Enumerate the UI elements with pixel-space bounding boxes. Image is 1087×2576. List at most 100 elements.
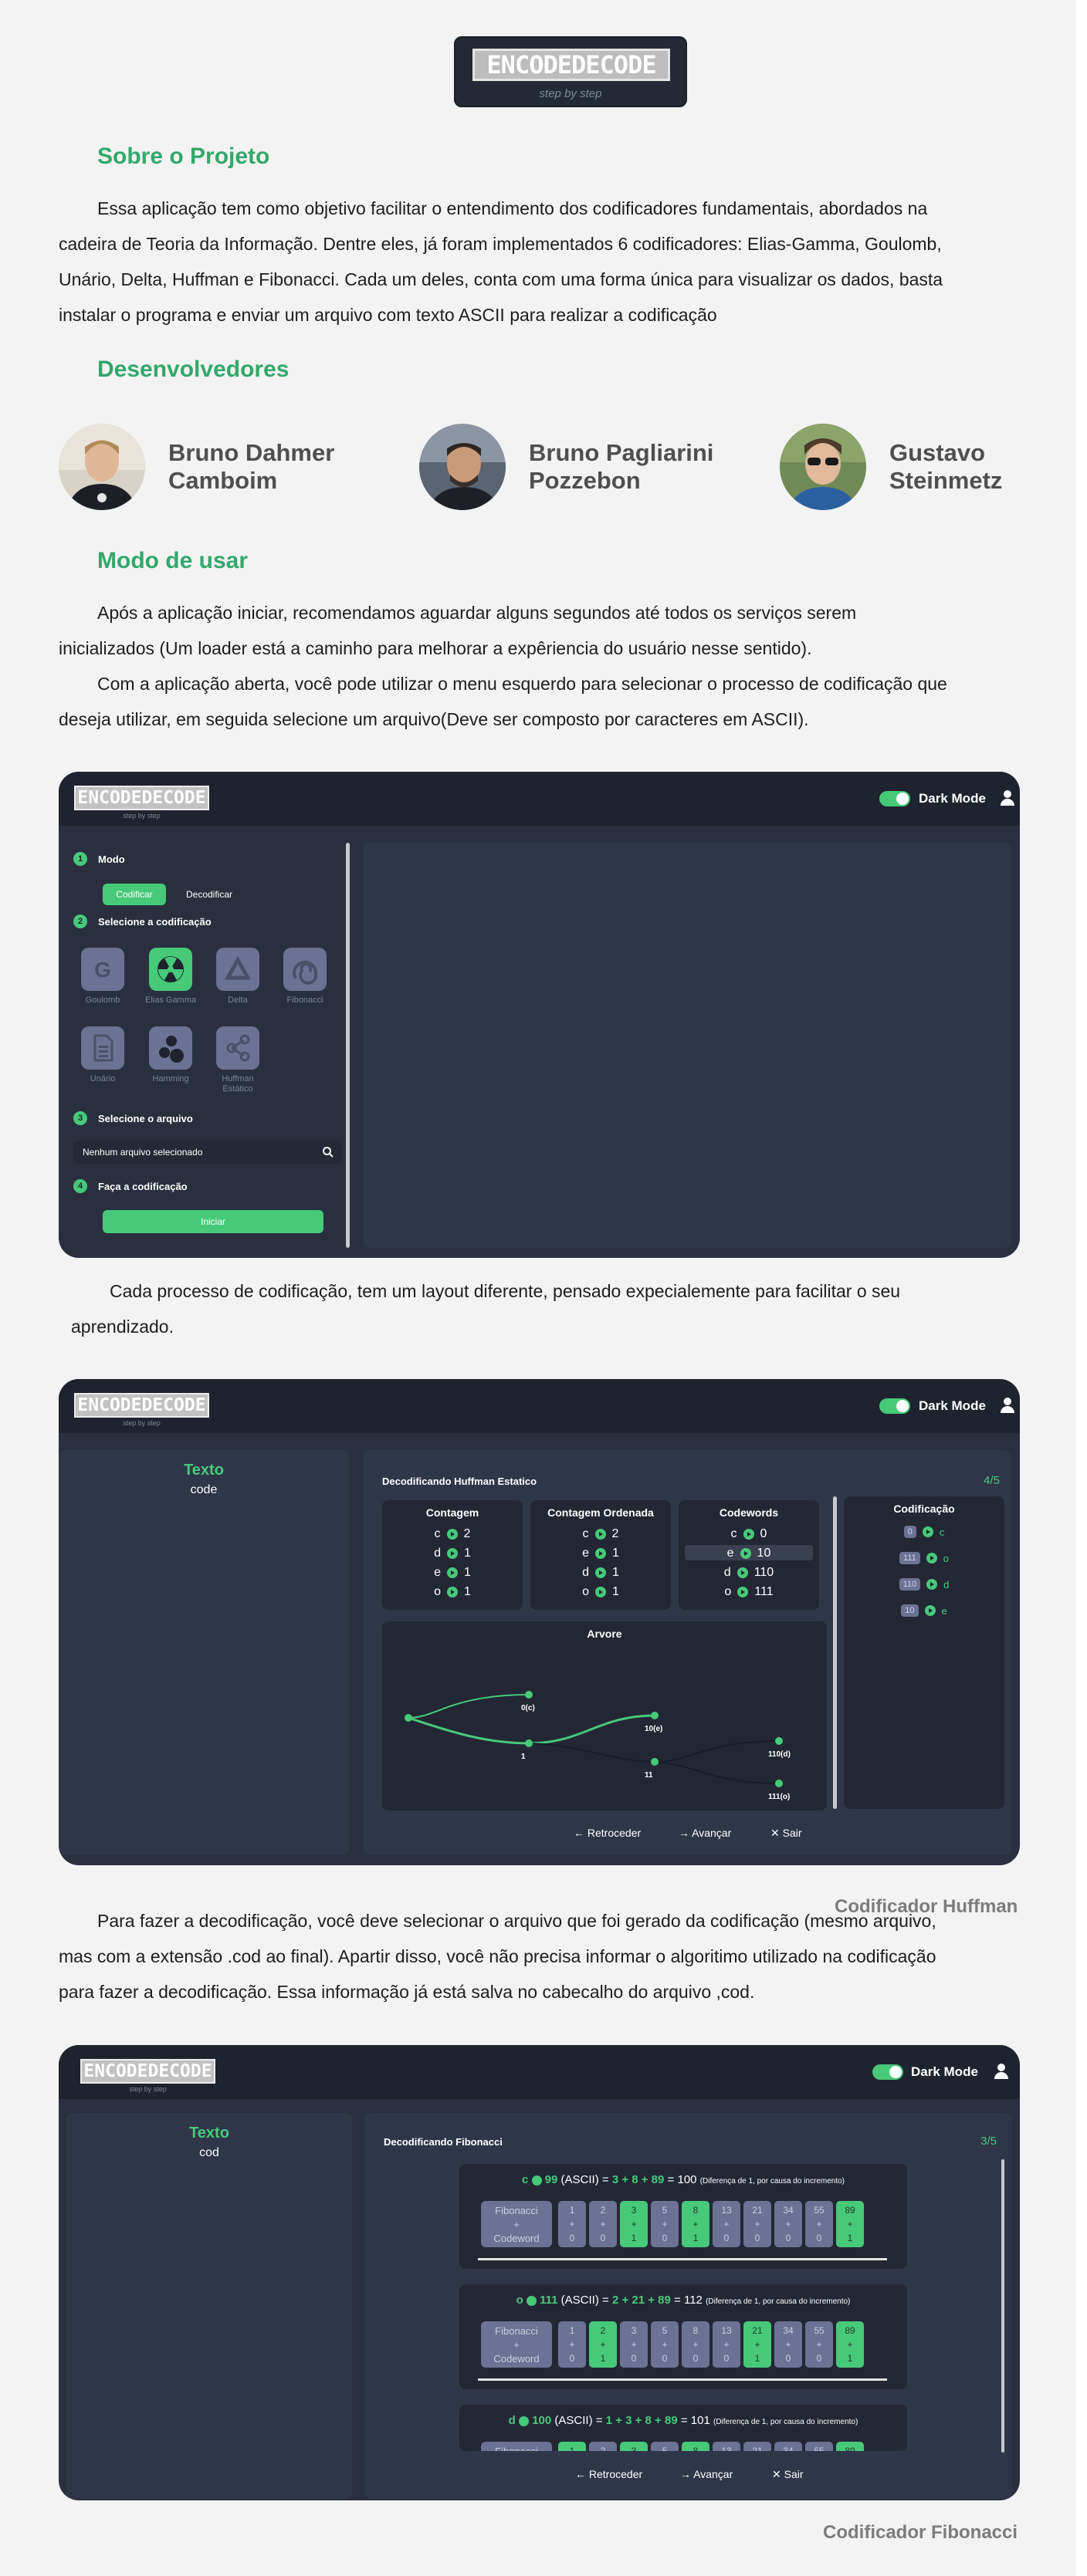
panel-divider[interactable]	[346, 843, 350, 1248]
next-button[interactable]: → Avançar	[679, 1827, 731, 1839]
scrollbar[interactable]	[1001, 2159, 1004, 2453]
step-4-label: Faça a codificação	[98, 1180, 188, 1192]
page: ENCODEDECODE step by step Sobre o Projet…	[0, 0, 1087, 2576]
dark-mode-toggle[interactable]	[879, 791, 910, 806]
encode-button[interactable]: Codificar	[103, 884, 166, 905]
app-logo-subtitle: step by step	[123, 812, 161, 820]
usage-title: Modo de usar	[97, 548, 249, 573]
fibonacci-label: Fibonacci	[286, 996, 323, 1005]
scrollbar-gutter	[1076, 0, 1087, 2576]
exit-button[interactable]: ✕ Sair	[772, 2468, 804, 2481]
table-row: c2	[582, 1527, 619, 1540]
fibonacci-cell: 3+1	[620, 2442, 648, 2451]
logo-subtitle: step by step	[539, 87, 602, 100]
table-row: o 111	[724, 1585, 774, 1598]
codificacao-table: Codificação 0c 111 o 110 d 10 e	[844, 1496, 1004, 1809]
fibonacci-cell: 21+0	[743, 2201, 771, 2247]
step-1-label: Modo	[98, 853, 125, 865]
arrow-left-icon: ←	[574, 1827, 584, 1839]
fibonacci-cell: 13+0	[713, 2442, 740, 2451]
developer-card: Gustavo Steinmetz	[780, 424, 1002, 510]
about-line-3: Unário, Delta, Huffman e Fibonacci. Cada…	[59, 269, 943, 289]
decode-button[interactable]: Decodificar	[174, 884, 244, 905]
app-topbar: ENCODEDECODE step by step Dark Mode	[59, 2045, 1020, 2099]
usage-line-4: deseja utilizar, em seguida selecione um…	[59, 709, 809, 729]
codewords-title: Codewords	[719, 1506, 779, 1519]
fibonacci-codeword-label: Fibonacci+Codeword	[481, 2201, 552, 2247]
fibonacci-tile[interactable]	[283, 948, 327, 991]
usage-line-3: Com a aplicação aberta, você pode utiliz…	[97, 674, 947, 694]
fibonacci-cell: 5+0	[651, 2321, 679, 2368]
about-title: Sobre o Projeto	[97, 144, 270, 169]
developer-name: Gustavo	[889, 439, 986, 466]
fibonacci-cell: 8+1	[682, 2201, 709, 2247]
text-panel: Texto cod	[66, 2113, 352, 2499]
dark-mode-toggle[interactable]	[879, 1398, 910, 1414]
fibonacci-equation: c 99 (ASCII) = 3 + 8 + 89 = 100 (Diferen…	[521, 2173, 845, 2186]
step-2-label: Selecione a codificação	[98, 915, 212, 928]
header-logo: ENCODEDECODE step by step	[454, 36, 687, 107]
developer-surname: Camboim	[168, 467, 278, 494]
user-icon[interactable]	[993, 2063, 1010, 2080]
app-screenshot-huffman: ENCODEDECODE step by step Dark Mode Text…	[59, 1379, 1020, 1865]
tree-node-label: 0(c)	[521, 1704, 535, 1712]
contagem-table: Contagem c2 d1 e1 o1	[382, 1500, 523, 1610]
huffman-tree: 0(c) 1 10(e) 11 110(d) 111(o)	[405, 1691, 791, 1801]
fibonacci-codeword-label: Fibonacci+Codeword	[481, 2321, 552, 2368]
arrow-right-icon: →	[680, 2468, 691, 2480]
app-logo: ENCODEDECODE	[74, 1393, 209, 1418]
elias-gamma-tile[interactable]	[149, 948, 192, 991]
text-panel-title: Texto	[189, 2125, 229, 2142]
fibonacci-cell: 8+1	[682, 2442, 709, 2451]
fibonacci-codeword-label: Fibonacci+Codeword	[481, 2442, 552, 2451]
panel-divider[interactable]	[833, 1496, 837, 1809]
caption-fibonacci: Codificador Fibonacci	[823, 2522, 1018, 2543]
decode-line-3: para fazer a decodificação. Essa informa…	[59, 1982, 755, 2002]
developer-surname: Steinmetz	[889, 467, 1003, 494]
fibonacci-cell: 34+0	[774, 2201, 802, 2247]
dark-mode-toggle[interactable]	[872, 2064, 903, 2080]
close-icon: ✕	[772, 2468, 781, 2480]
contagem-ordenada-title: Contagem Ordenada	[547, 1506, 654, 1519]
step-2: 2 Selecione a codificação	[73, 914, 212, 928]
unario-tile[interactable]	[81, 1026, 124, 1070]
developer-name: Bruno Dahmer	[168, 439, 335, 466]
huffman-tile[interactable]	[216, 1026, 259, 1070]
usage-line-1: Após a aplicação iniciar, recomendamos a…	[97, 603, 857, 623]
goulomb-tile[interactable]: G	[81, 948, 124, 991]
avatar	[59, 424, 145, 510]
table-row: o1	[434, 1585, 471, 1598]
next-button[interactable]: → Avançar	[680, 2468, 733, 2480]
developer-surname: Pozzebon	[529, 467, 641, 494]
app-topbar: ENCODEDECODE step by step Dark Mode	[59, 1379, 1020, 1433]
close-icon: ✕	[770, 1827, 780, 1839]
fibonacci-cell: 55+0	[805, 2201, 833, 2247]
layout-line-1: Cada processo de codificação, tem um lay…	[110, 1281, 901, 1301]
arrow-left-icon: ←	[575, 2468, 586, 2480]
exit-button[interactable]: ✕ Sair	[770, 1827, 802, 1840]
fibonacci-cell: 13+0	[713, 2321, 740, 2368]
table-row: 111 o	[844, 1552, 1004, 1564]
search-icon[interactable]	[322, 1146, 334, 1158]
tree-node-label: 10(e)	[645, 1725, 662, 1733]
fibonacci-cell: 1 +0	[558, 2321, 586, 2368]
text-panel-value: cod	[199, 2146, 219, 2159]
delta-tile[interactable]	[216, 948, 259, 991]
back-button[interactable]: ← Retroceder	[574, 1827, 641, 1839]
back-button[interactable]: ← Retroceder	[575, 2468, 642, 2480]
file-input[interactable]: Nenhum arquivo selecionado	[73, 1141, 342, 1164]
block-divider	[478, 2378, 887, 2381]
table-row: c0	[730, 1527, 767, 1540]
fibonacci-cell: 55+0	[805, 2321, 833, 2368]
app-logo: ENCODEDECODE	[80, 2059, 215, 2084]
codificacao-title: Codificação	[893, 1503, 955, 1515]
fibonacci-cell: 89+1	[836, 2442, 864, 2451]
user-icon[interactable]	[999, 1397, 1016, 1414]
user-icon[interactable]	[999, 789, 1016, 806]
start-button[interactable]: Iniciar	[103, 1210, 323, 1233]
process-progress: 3/5	[980, 2135, 997, 2148]
unario-label: Unário	[90, 1074, 116, 1083]
fibonacci-cell: 3+1	[620, 2201, 648, 2247]
hamming-tile[interactable]	[149, 1026, 192, 1070]
contagem-ordenada-table: Contagem Ordenada c2 e1 d1 o1	[530, 1500, 671, 1610]
